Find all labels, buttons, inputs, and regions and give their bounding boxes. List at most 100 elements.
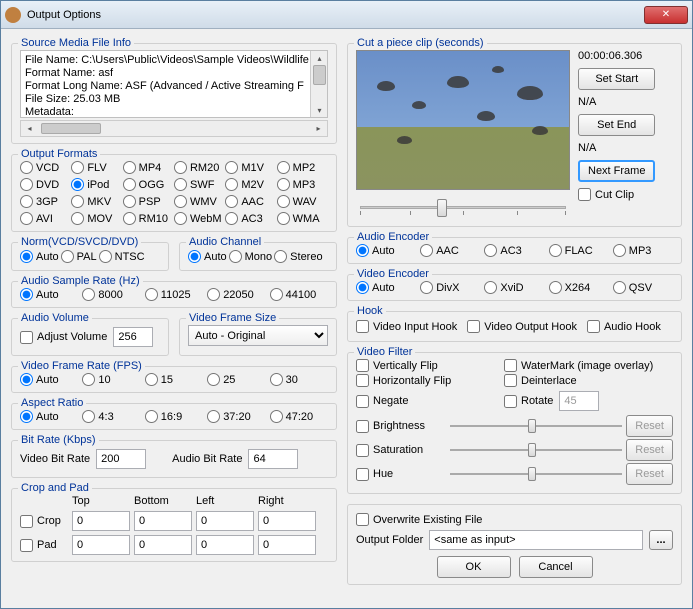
vflip-checkbox[interactable]: Vertically Flip (356, 359, 496, 372)
audio-channel-radio-auto[interactable]: Auto (188, 250, 227, 263)
fps-radio-30[interactable]: 30 (270, 373, 328, 386)
aspect-radio-43[interactable]: 4:3 (82, 410, 140, 423)
scrollbar-vertical[interactable]: ▴▾ (310, 51, 327, 117)
aspect-radio-169[interactable]: 16:9 (145, 410, 203, 423)
close-button[interactable]: ✕ (644, 6, 688, 24)
crop-right-input[interactable] (258, 511, 316, 531)
brightness-checkbox[interactable]: Brightness (356, 420, 446, 433)
hue-slider[interactable] (450, 465, 622, 483)
frame-size-select[interactable]: Auto - Original (188, 325, 328, 346)
aspect-radio-4720[interactable]: 47:20 (270, 410, 328, 423)
cancel-button[interactable]: Cancel (519, 556, 593, 578)
audio-encoder-radio-aac[interactable]: AAC (420, 244, 480, 257)
crop-checkbox[interactable]: Crop (20, 515, 68, 528)
format-radio-mp2[interactable]: MP2 (277, 161, 328, 174)
volume-input[interactable] (113, 327, 153, 347)
sample-rate-radio-22050[interactable]: 22050 (207, 288, 265, 301)
rotate-checkbox[interactable]: Rotate (504, 395, 553, 408)
crop-top-input[interactable] (72, 511, 130, 531)
format-radio-mov[interactable]: MOV (71, 212, 122, 225)
format-radio-avi[interactable]: AVI (20, 212, 71, 225)
source-info-text[interactable]: File Name: C:\Users\Public\Videos\Sample… (20, 50, 328, 118)
deinterlace-checkbox[interactable]: Deinterlace (504, 374, 673, 387)
crop-left-input[interactable] (196, 511, 254, 531)
overwrite-checkbox[interactable]: Overwrite Existing File (356, 513, 673, 526)
browse-button[interactable]: ... (649, 530, 673, 550)
set-end-button[interactable]: Set End (578, 114, 655, 136)
video-encoder-radio-x264[interactable]: X264 (549, 281, 609, 294)
format-radio-wav[interactable]: WAV (277, 195, 328, 208)
set-start-button[interactable]: Set Start (578, 68, 655, 90)
video-encoder-radio-qsv[interactable]: QSV (613, 281, 673, 294)
video-encoder-radio-auto[interactable]: Auto (356, 281, 416, 294)
fps-radio-auto[interactable]: Auto (20, 373, 78, 386)
audio-encoder-radio-flac[interactable]: FLAC (549, 244, 609, 257)
format-radio-ac3[interactable]: AC3 (225, 212, 276, 225)
pad-right-input[interactable] (258, 535, 316, 555)
video-encoder-radio-xvid[interactable]: XviD (484, 281, 544, 294)
format-radio-mp4[interactable]: MP4 (123, 161, 174, 174)
hflip-checkbox[interactable]: Horizontally Flip (356, 374, 496, 387)
fps-radio-10[interactable]: 10 (82, 373, 140, 386)
format-radio-ogg[interactable]: OGG (123, 178, 174, 191)
audio-bitrate-input[interactable] (248, 449, 298, 469)
audio-encoder-radio-mp3[interactable]: MP3 (613, 244, 673, 257)
format-radio-m2v[interactable]: M2V (225, 178, 276, 191)
video-encoder-radio-divx[interactable]: DivX (420, 281, 480, 294)
format-radio-ipod[interactable]: iPod (71, 178, 122, 191)
video-bitrate-input[interactable] (96, 449, 146, 469)
negate-checkbox[interactable]: Negate (356, 389, 496, 413)
format-radio-3gp[interactable]: 3GP (20, 195, 71, 208)
format-radio-m1v[interactable]: M1V (225, 161, 276, 174)
format-radio-webm[interactable]: WebM (174, 212, 225, 225)
format-radio-wmv[interactable]: WMV (174, 195, 225, 208)
audio-channel-radio-stereo[interactable]: Stereo (274, 250, 322, 263)
crop-bottom-input[interactable] (134, 511, 192, 531)
format-radio-vcd[interactable]: VCD (20, 161, 71, 174)
format-radio-mp3[interactable]: MP3 (277, 178, 328, 191)
format-radio-wma[interactable]: WMA (277, 212, 328, 225)
audio-hook-checkbox[interactable]: Audio Hook (587, 320, 661, 333)
watermark-label: WaterMark (image overlay) (521, 360, 653, 372)
format-radio-dvd[interactable]: DVD (20, 178, 71, 191)
sample-rate-radio-auto[interactable]: Auto (20, 288, 78, 301)
aspect-radio-auto[interactable]: Auto (20, 410, 78, 423)
output-folder-input[interactable] (429, 530, 643, 550)
format-radio-swf[interactable]: SWF (174, 178, 225, 191)
cut-clip-checkbox[interactable]: Cut Clip (578, 188, 655, 201)
clip-slider[interactable] (356, 194, 570, 220)
scrollbar-horizontal[interactable]: ◂▸ (20, 120, 328, 137)
adjust-volume-checkbox[interactable]: Adjust Volume (20, 331, 107, 344)
hue-checkbox[interactable]: Hue (356, 468, 446, 481)
format-radio-mkv[interactable]: MKV (71, 195, 122, 208)
audio-encoder-radio-auto[interactable]: Auto (356, 244, 416, 257)
fps-radio-15[interactable]: 15 (145, 373, 203, 386)
saturation-slider[interactable] (450, 441, 622, 459)
pad-checkbox[interactable]: Pad (20, 539, 68, 552)
ok-button[interactable]: OK (437, 556, 511, 578)
audio-encoder-radio-ac3[interactable]: AC3 (484, 244, 544, 257)
pad-left-input[interactable] (196, 535, 254, 555)
fps-radio-25[interactable]: 25 (207, 373, 265, 386)
format-radio-aac[interactable]: AAC (225, 195, 276, 208)
audio-channel-radio-mono[interactable]: Mono (229, 250, 273, 263)
sample-rate-radio-8000[interactable]: 8000 (82, 288, 140, 301)
video-output-hook-checkbox[interactable]: Video Output Hook (467, 320, 577, 333)
aspect-radio-3720[interactable]: 37:20 (207, 410, 265, 423)
sample-rate-radio-44100[interactable]: 44100 (270, 288, 328, 301)
norm-radio-ntsc[interactable]: NTSC (99, 250, 145, 263)
format-radio-flv[interactable]: FLV (71, 161, 122, 174)
brightness-slider[interactable] (450, 417, 622, 435)
pad-top-input[interactable] (72, 535, 130, 555)
next-frame-button[interactable]: Next Frame (578, 160, 655, 182)
format-radio-rm20[interactable]: RM20 (174, 161, 225, 174)
saturation-checkbox[interactable]: Saturation (356, 444, 446, 457)
pad-bottom-input[interactable] (134, 535, 192, 555)
format-radio-psp[interactable]: PSP (123, 195, 174, 208)
norm-radio-auto[interactable]: Auto (20, 250, 59, 263)
watermark-checkbox[interactable]: WaterMark (image overlay) (504, 359, 673, 372)
sample-rate-radio-11025[interactable]: 11025 (145, 288, 203, 301)
format-radio-rm10[interactable]: RM10 (123, 212, 174, 225)
norm-radio-pal[interactable]: PAL (61, 250, 97, 263)
video-input-hook-checkbox[interactable]: Video Input Hook (356, 320, 457, 333)
